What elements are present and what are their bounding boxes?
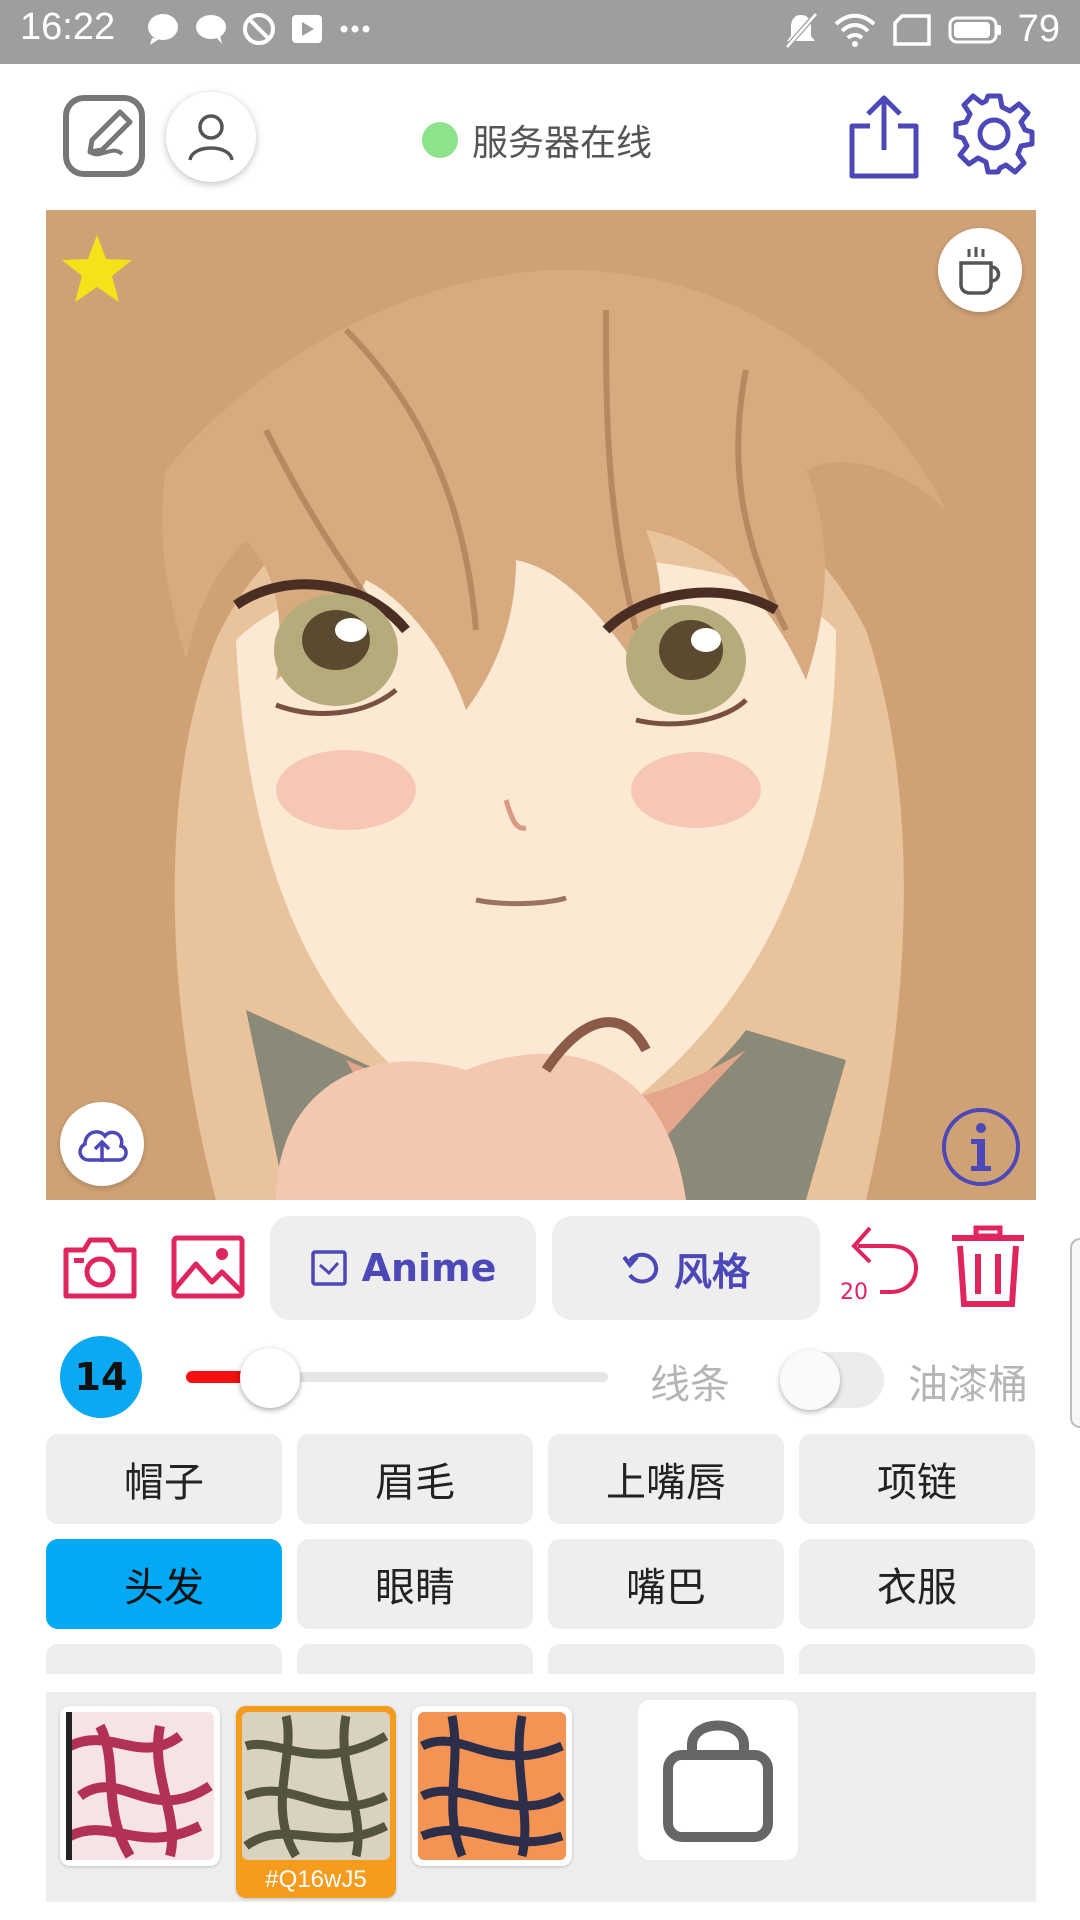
status-dot [422,122,458,158]
user-button[interactable] [166,92,256,182]
coffee-icon [959,247,1001,295]
chat-bubble-icon [148,14,178,45]
style-strip: #Q16wJ5 [46,1692,1036,1902]
style-thumbnail[interactable] [60,1706,220,1866]
model-label: Anime [361,1246,497,1290]
status-time: 16:22 [20,6,116,48]
app-header: 服务器在线 [0,64,1080,210]
drawing-canvas[interactable] [46,210,1036,1200]
info-button[interactable] [940,1106,1022,1188]
part-hair[interactable]: 头发 [46,1539,282,1629]
settings-icon [953,93,1035,175]
part-row3-item[interactable] [297,1644,533,1674]
part-row3-item[interactable] [46,1644,282,1674]
style-button[interactable]: 风格 [552,1216,820,1320]
favorite-button[interactable] [60,232,134,306]
style-thumbnail[interactable] [412,1706,572,1866]
part-selector: 帽子 眉毛 上嘴唇 项链 头发 眼睛 嘴巴 衣服 [46,1432,1036,1674]
brush-controls: 14 线条 油漆桶 [0,1334,1080,1418]
anime-portrait [46,210,1036,1200]
part-upper-lip[interactable]: 上嘴唇 [548,1434,784,1524]
status-bar: 16:22 79 [0,0,1080,64]
part-eyes[interactable]: 眼睛 [297,1539,533,1629]
part-row3-item[interactable] [548,1644,784,1674]
edit-button[interactable] [62,94,146,178]
part-eyebrows[interactable]: 眉毛 [297,1434,533,1524]
brush-size-thumb[interactable] [240,1348,301,1408]
refresh-icon [622,1252,658,1284]
part-clothes[interactable]: 衣服 [799,1539,1035,1629]
editing-toolbar: Anime 风格 20 [0,1214,1080,1320]
camera-icon [63,1237,137,1299]
screen-rotation-icon [892,13,931,46]
camera-button[interactable] [62,1232,138,1302]
bucket-toggle-thumb[interactable] [780,1350,840,1410]
style-label: 风格 [673,1249,750,1294]
play-store-icon [292,15,322,43]
star-icon [62,235,132,302]
delete-button[interactable] [948,1224,1028,1308]
message-icon [196,15,226,44]
part-hat[interactable]: 帽子 [46,1434,282,1524]
checkbox-icon [310,1250,347,1286]
server-status: 服务器在线 [422,114,652,166]
edit-icon [63,95,145,177]
style-thumbnail-selected[interactable]: #Q16wJ5 [236,1706,396,1898]
gallery-button[interactable] [170,1232,246,1302]
more-dots-icon [340,25,370,33]
share-button[interactable] [846,94,922,180]
bucket-label: 油漆桶 [908,1362,1028,1408]
wifi-icon [834,13,876,47]
do-not-disturb-icon [243,13,275,45]
share-icon [849,95,919,179]
trash-icon [952,1225,1024,1307]
cloud-upload-icon [78,1130,128,1162]
battery-icon [948,16,1001,43]
shopping-bag-icon [663,1720,773,1842]
locked-style[interactable] [638,1700,798,1860]
settings-button[interactable] [952,92,1036,176]
style-preview [418,1712,566,1860]
server-status-text: 服务器在线 [472,123,653,164]
part-necklace[interactable]: 项链 [799,1434,1035,1524]
user-icon [188,114,234,161]
notification-icons [146,12,372,46]
mute-icon [784,11,818,49]
part-row3-item[interactable] [799,1644,1035,1674]
battery-level: 79 [1017,8,1060,50]
donate-button[interactable] [938,228,1022,312]
style-preview [66,1712,214,1860]
model-select-button[interactable]: Anime [270,1216,536,1320]
info-icon [942,1108,1020,1186]
lines-label: 线条 [650,1362,730,1408]
undo-count: 20 [840,1280,868,1305]
image-icon [171,1235,245,1299]
part-mouth[interactable]: 嘴巴 [548,1539,784,1629]
style-code: #Q16wJ5 [265,1866,367,1893]
system-icons: 79 [784,8,1060,51]
brush-size-badge: 14 [60,1336,142,1418]
edge-handle[interactable] [1070,1238,1080,1428]
style-preview [242,1712,390,1860]
upload-button[interactable] [60,1102,144,1186]
